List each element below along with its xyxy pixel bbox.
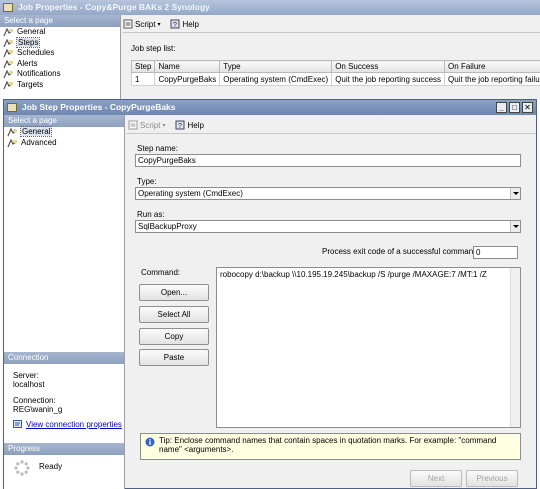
column-header-type[interactable]: Type xyxy=(219,60,333,73)
progress-spinner-icon xyxy=(13,459,31,477)
open-button[interactable]: Open... xyxy=(139,284,209,301)
page-icon xyxy=(7,138,18,148)
svg-text:?: ? xyxy=(178,123,182,130)
column-header-step[interactable]: Step xyxy=(130,60,156,73)
back-toolbar: Script ▾ ? Help xyxy=(123,17,199,31)
exit-code-label: Process exit code of a successful comman… xyxy=(322,247,480,256)
exit-code-input[interactable]: 0 xyxy=(473,246,518,259)
chevron-down-icon[interactable] xyxy=(510,221,520,232)
connection-label: Connection: xyxy=(13,396,56,405)
window-icon xyxy=(3,3,13,12)
page-icon xyxy=(3,38,14,48)
column-header-on-failure[interactable]: On Failure xyxy=(444,60,540,73)
nav-item-schedules[interactable]: Schedules xyxy=(0,48,120,59)
nav-item-steps[interactable]: Steps xyxy=(0,36,120,49)
next-button[interactable]: Next xyxy=(410,470,462,487)
column-header-name[interactable]: Name xyxy=(154,60,221,73)
nav-item-advanced[interactable]: Advanced xyxy=(4,138,124,149)
dialog-title: Job Step Properties - CopyPurgeBaks xyxy=(22,102,176,112)
page-icon xyxy=(3,70,14,79)
close-button[interactable]: ✕ xyxy=(522,102,533,113)
type-select[interactable]: Operating system (CmdExec) xyxy=(135,187,521,200)
job-properties-titlebar[interactable]: Job Properties - Copy&Purge BAKs 2 Synol… xyxy=(0,0,540,15)
job-step-list-label: Job step list: xyxy=(131,44,176,53)
cell-on-success: Quit the job reporting success xyxy=(331,72,446,86)
back-left-pane: Select a page General Steps Schedules Al… xyxy=(0,15,121,99)
toolbar-divider xyxy=(126,133,536,134)
nav-item-general[interactable]: General xyxy=(0,27,120,38)
cell-step: 1 xyxy=(130,72,156,86)
server-label: Server: xyxy=(13,371,39,380)
command-text: robocopy d:\backup \\10.195.19.245\backu… xyxy=(220,270,487,279)
page-icon xyxy=(3,59,14,69)
job-properties-window: Job Properties - Copy&Purge BAKs 2 Synol… xyxy=(0,0,540,99)
table-header-row: Step Name Type On Success On Failure xyxy=(130,60,540,73)
script-icon xyxy=(123,19,133,29)
column-header-on-success[interactable]: On Success xyxy=(331,60,446,73)
nav-item-notifications[interactable]: Notifications xyxy=(0,69,120,80)
script-button[interactable]: Script ▾ xyxy=(123,19,160,29)
chevron-down-icon[interactable] xyxy=(510,188,520,199)
select-page-header: Select a page xyxy=(0,15,120,27)
cell-type: Operating system (CmdExec) xyxy=(219,72,333,86)
cell-name: CopyPurgeBaks xyxy=(154,72,221,86)
minimize-button[interactable]: _ xyxy=(496,102,507,113)
connection-value: REG\wanin_g xyxy=(13,405,63,414)
nav-item-general[interactable]: General xyxy=(4,126,124,138)
page-icon xyxy=(7,128,18,137)
nav-item-targets[interactable]: Targets xyxy=(0,80,120,91)
help-button[interactable]: ? Help xyxy=(175,120,204,130)
page-icon xyxy=(3,28,14,37)
window-title: Job Properties - Copy&Purge BAKs 2 Synol… xyxy=(18,2,210,12)
toolbar-divider xyxy=(123,32,540,33)
help-button[interactable]: ? Help xyxy=(170,19,199,29)
step-name-label: Step name: xyxy=(137,144,178,153)
run-as-select[interactable]: SqlBackupProxy xyxy=(135,220,521,233)
window-icon xyxy=(7,103,17,112)
command-label: Command: xyxy=(141,268,181,277)
select-page-header: Select a page xyxy=(4,115,124,127)
view-connection-properties-link[interactable]: View connection properties xyxy=(13,419,122,429)
help-icon: ? xyxy=(170,19,180,29)
chevron-down-icon: ▾ xyxy=(162,122,166,129)
run-as-label: Run as: xyxy=(137,210,165,219)
properties-icon xyxy=(13,419,23,429)
command-textarea[interactable]: robocopy d:\backup \\10.195.19.245\backu… xyxy=(216,267,521,428)
progress-header: Progress xyxy=(4,443,124,455)
server-value: localhost xyxy=(13,380,45,389)
dialog-left-pane: Select a page General Advanced Connectio… xyxy=(4,115,125,489)
paste-button[interactable]: Paste xyxy=(139,349,209,366)
dialog-titlebar[interactable]: Job Step Properties - CopyPurgeBaks _ □ … xyxy=(4,100,536,115)
chevron-down-icon: ▾ xyxy=(157,21,161,28)
table-row[interactable]: 1 CopyPurgeBaks Operating system (CmdExe… xyxy=(130,72,540,86)
type-label: Type: xyxy=(137,177,157,186)
step-name-input[interactable]: CopyPurgeBaks xyxy=(135,154,521,167)
copy-button[interactable]: Copy xyxy=(139,328,209,345)
job-step-properties-dialog: Job Step Properties - CopyPurgeBaks _ □ … xyxy=(3,99,537,489)
page-icon xyxy=(3,49,14,58)
tip-box: Tip: Enclose command names that contain … xyxy=(140,433,521,460)
cell-on-failure: Quit the job reporting failure xyxy=(444,72,540,86)
select-all-button[interactable]: Select All xyxy=(139,306,209,323)
command-scrollbar[interactable] xyxy=(510,268,520,427)
nav-item-alerts[interactable]: Alerts xyxy=(0,59,120,70)
progress-status: Ready xyxy=(39,462,63,471)
help-icon: ? xyxy=(175,120,185,130)
maximize-button[interactable]: □ xyxy=(509,102,520,113)
page-icon xyxy=(3,80,14,90)
script-button[interactable]: Script ▾ xyxy=(128,120,165,130)
script-icon xyxy=(128,120,138,130)
dialog-toolbar: Script ▾ ? Help xyxy=(128,118,204,132)
svg-text:?: ? xyxy=(173,22,177,29)
job-step-table: Step Name Type On Success On Failure 1 C… xyxy=(130,60,540,86)
tip-text: Tip: Enclose command names that contain … xyxy=(159,436,497,454)
info-icon xyxy=(145,437,155,447)
connection-header: Connection xyxy=(4,352,124,364)
previous-button[interactable]: Previous xyxy=(466,470,518,487)
